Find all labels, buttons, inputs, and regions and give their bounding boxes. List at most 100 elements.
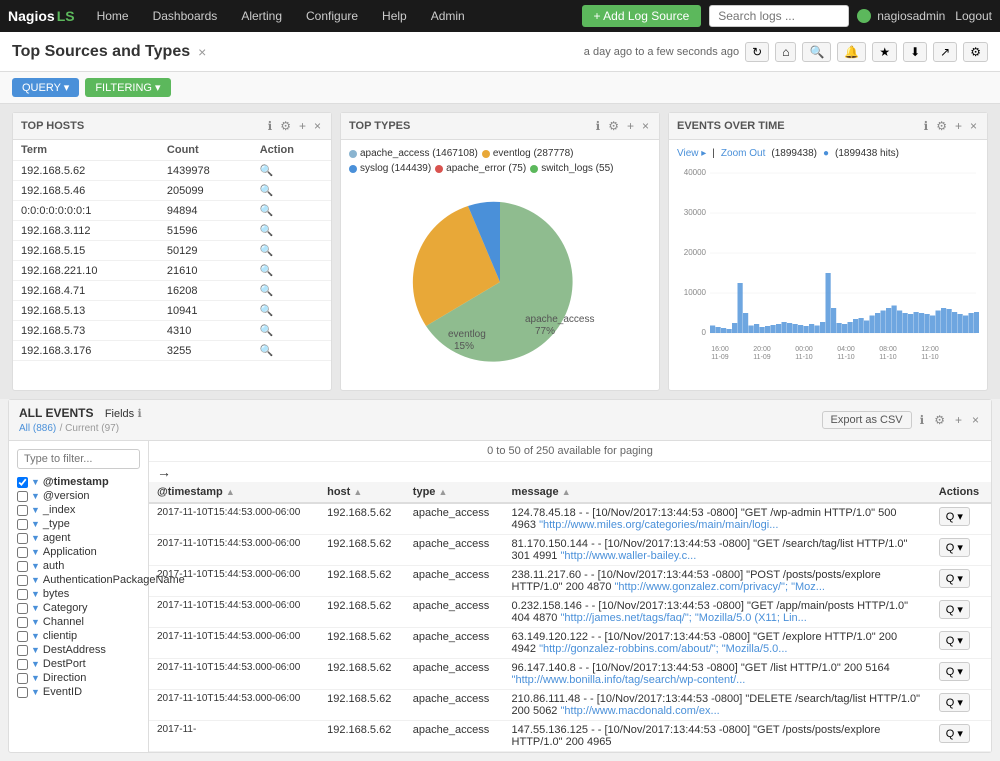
search-input[interactable] — [709, 5, 849, 27]
message-link[interactable]: "http://www.bonilla.info/tag/search/wp-c… — [512, 674, 746, 686]
types-info-button[interactable]: ℹ — [594, 119, 603, 133]
zoom-out-link[interactable]: Zoom Out — [721, 148, 765, 159]
search-icon[interactable]: 🔍 — [260, 205, 274, 217]
search-icon[interactable]: 🔍 — [260, 185, 274, 197]
field-checkbox[interactable] — [17, 575, 28, 586]
field-checkbox[interactable] — [17, 631, 28, 642]
next-arrow[interactable]: → — [157, 464, 171, 480]
export-csv-button[interactable]: Export as CSV — [822, 411, 912, 429]
message-link[interactable]: "http://www.macdonald.com/ex... — [561, 705, 720, 717]
action-button[interactable]: Q ▾ — [939, 507, 970, 526]
field-checkbox[interactable] — [17, 505, 28, 516]
fields-current-link[interactable]: Current (97) — [65, 423, 119, 434]
fields-all-link[interactable]: All (886) — [19, 423, 56, 434]
nav-help[interactable]: Help — [370, 0, 419, 32]
field-item[interactable]: ▼ _index — [17, 503, 140, 517]
field-checkbox[interactable] — [17, 561, 28, 572]
field-item[interactable]: ▼ @timestamp — [17, 475, 140, 489]
events-close-button[interactable]: × — [968, 119, 979, 133]
remove-icon-button[interactable]: × — [312, 119, 323, 133]
search-icon[interactable]: 🔍 — [260, 165, 274, 177]
field-checkbox[interactable] — [17, 533, 28, 544]
refresh-button[interactable]: ↻ — [745, 42, 769, 62]
field-item[interactable]: ▼ DestAddress — [17, 643, 140, 657]
view-link[interactable]: View ▸ — [677, 148, 706, 159]
events-info-button[interactable]: ℹ — [922, 119, 931, 133]
message-link[interactable]: "http://james.net/tags/faq/"; "Mozilla/5… — [561, 612, 807, 624]
field-item[interactable]: ▼ agent — [17, 531, 140, 545]
field-checkbox[interactable] — [17, 673, 28, 684]
field-item[interactable]: ▼ _type — [17, 517, 140, 531]
field-checkbox[interactable] — [17, 645, 28, 656]
action-button[interactable]: Q ▾ — [939, 693, 970, 712]
nav-user[interactable]: nagiosadmin — [877, 9, 945, 23]
field-checkbox[interactable] — [17, 603, 28, 614]
info-icon-button[interactable]: ℹ — [266, 119, 275, 133]
add-log-source-button[interactable]: + Add Log Source — [582, 5, 702, 27]
message-link[interactable]: "http://gonzalez-robbins.com/about/"; "M… — [539, 643, 787, 655]
search-icon[interactable]: 🔍 — [260, 325, 274, 337]
settings-icon-button[interactable]: ⚙ — [963, 42, 988, 62]
action-button[interactable]: Q ▾ — [939, 662, 970, 681]
nav-home[interactable]: Home — [85, 0, 141, 32]
action-button[interactable]: Q ▾ — [939, 600, 970, 619]
search-icon[interactable]: 🔍 — [260, 285, 274, 297]
fields-filter-input[interactable] — [17, 449, 140, 469]
field-checkbox[interactable] — [17, 589, 28, 600]
types-close-button[interactable]: × — [640, 119, 651, 133]
events-add-button[interactable]: + — [953, 119, 964, 133]
field-item[interactable]: ▼ auth — [17, 559, 140, 573]
field-checkbox[interactable] — [17, 617, 28, 628]
message-link[interactable]: "http://www.gonzalez.com/privacy/"; "Moz… — [615, 581, 825, 593]
nav-logout[interactable]: Logout — [955, 9, 992, 23]
close-button[interactable]: × — [198, 44, 206, 60]
action-button[interactable]: Q ▾ — [939, 569, 970, 588]
search-icon[interactable]: 🔍 — [260, 345, 274, 357]
events-gear-btn[interactable]: ⚙ — [932, 413, 947, 427]
action-button[interactable]: Q ▾ — [939, 724, 970, 743]
nav-dashboards[interactable]: Dashboards — [141, 0, 230, 32]
search-icon[interactable]: 🔍 — [260, 265, 274, 277]
message-link[interactable]: "http://www.waller-bailey.c... — [561, 550, 697, 562]
search-icon-button[interactable]: 🔍 — [802, 42, 831, 62]
field-item[interactable]: ▼ Channel — [17, 615, 140, 629]
field-checkbox[interactable] — [17, 659, 28, 670]
types-add-button[interactable]: + — [625, 119, 636, 133]
nav-alerting[interactable]: Alerting — [229, 0, 294, 32]
field-item[interactable]: ▼ AuthenticationPackageName — [17, 573, 140, 587]
field-item[interactable]: ▼ clientip — [17, 629, 140, 643]
bookmark-icon-button[interactable]: ★ — [872, 42, 897, 62]
events-close-btn[interactable]: × — [970, 413, 981, 427]
events-gear-button[interactable]: ⚙ — [934, 119, 949, 133]
field-item[interactable]: ▼ EventID — [17, 685, 140, 699]
message-link[interactable]: "http://www.miles.org/categories/main/ma… — [539, 519, 778, 531]
export-icon-button[interactable]: ⬇ — [903, 42, 927, 62]
field-checkbox[interactable] — [17, 477, 28, 488]
field-item[interactable]: ▼ Application — [17, 545, 140, 559]
gear-icon-button[interactable]: ⚙ — [278, 119, 293, 133]
query-button[interactable]: QUERY ▾ — [12, 78, 79, 97]
field-checkbox[interactable] — [17, 687, 28, 698]
field-item[interactable]: ▼ Category — [17, 601, 140, 615]
field-checkbox[interactable] — [17, 547, 28, 558]
nav-configure[interactable]: Configure — [294, 0, 370, 32]
filtering-button[interactable]: FILTERING ▾ — [85, 78, 170, 97]
search-icon[interactable]: 🔍 — [260, 225, 274, 237]
types-gear-button[interactable]: ⚙ — [606, 119, 621, 133]
events-info-btn[interactable]: ℹ — [918, 413, 927, 427]
home-icon-button[interactable]: ⌂ — [775, 42, 796, 62]
action-button[interactable]: Q ▾ — [939, 631, 970, 650]
field-checkbox[interactable] — [17, 519, 28, 530]
search-icon[interactable]: 🔍 — [260, 245, 274, 257]
nav-admin[interactable]: Admin — [419, 0, 477, 32]
bell-icon-button[interactable]: 🔔 — [837, 42, 866, 62]
field-item[interactable]: ▼ Direction — [17, 671, 140, 685]
share-icon-button[interactable]: ↗ — [933, 42, 957, 62]
field-checkbox[interactable] — [17, 491, 28, 502]
add-icon-button[interactable]: + — [297, 119, 308, 133]
field-item[interactable]: ▼ bytes — [17, 587, 140, 601]
action-button[interactable]: Q ▾ — [939, 538, 970, 557]
search-icon[interactable]: 🔍 — [260, 305, 274, 317]
events-add-btn[interactable]: + — [953, 413, 964, 427]
field-item[interactable]: ▼ @version — [17, 489, 140, 503]
